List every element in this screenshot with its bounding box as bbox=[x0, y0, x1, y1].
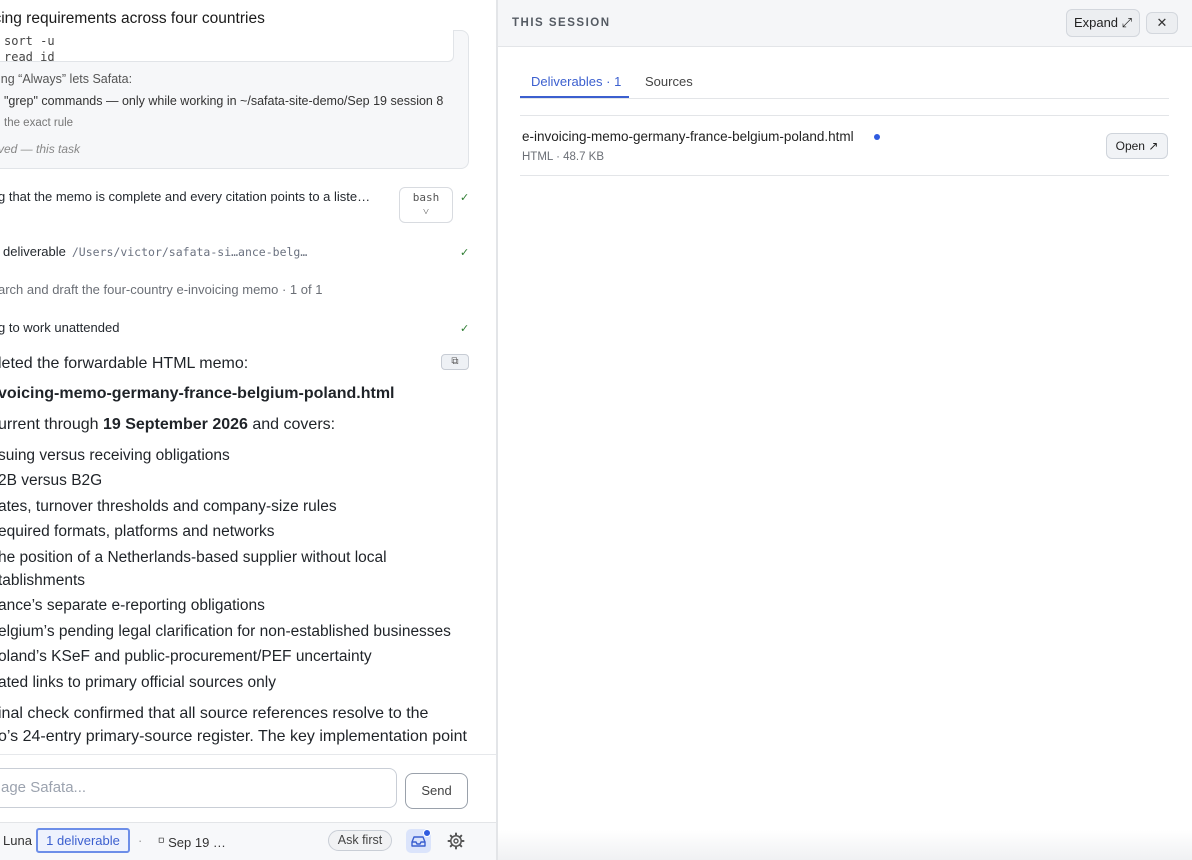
list-item: he position of a Netherlands-based suppl… bbox=[0, 549, 387, 566]
command-preview: sort -u read id bbox=[0, 30, 454, 62]
list-item: equired formats, platforms and networks bbox=[0, 523, 275, 540]
gear-icon[interactable] bbox=[447, 832, 465, 850]
check-icon: ✓ bbox=[460, 247, 470, 259]
list-item: ance’s separate e-reporting obligations bbox=[0, 597, 265, 614]
open-button[interactable]: Open ↗ bbox=[1106, 133, 1168, 159]
list-item: suing versus receiving obligations bbox=[0, 447, 230, 464]
unread-badge bbox=[423, 829, 431, 837]
chevron-down-icon: ˅ bbox=[422, 205, 430, 218]
tab-sources[interactable]: Sources bbox=[645, 74, 693, 89]
check-icon: ✓ bbox=[460, 192, 470, 204]
list-item: oland’s KSeF and public-procurement/PEF … bbox=[0, 648, 372, 665]
divider bbox=[520, 175, 1169, 176]
list-item: 2B versus B2G bbox=[0, 472, 103, 489]
step-path: /Users/victor/safata-si…ance-belg… bbox=[71, 245, 308, 259]
task-progress: arch and draft the four-country e-invoic… bbox=[0, 282, 323, 297]
code-line: sort -u bbox=[4, 34, 55, 48]
list-item: elgium’s pending legal clarification for… bbox=[0, 623, 451, 640]
permission-scope: ved — this task bbox=[0, 142, 81, 156]
close-button[interactable]: ✕ bbox=[1146, 12, 1178, 34]
code-line: read id bbox=[4, 50, 55, 62]
step-label: g that the memo is complete and every ci… bbox=[0, 189, 371, 204]
thread-title: icing requirements across four countries bbox=[0, 10, 265, 27]
tab-divider bbox=[520, 98, 1169, 99]
check-icon: ✓ bbox=[460, 323, 470, 335]
session-panel-title: THIS SESSION bbox=[512, 17, 611, 29]
deliverable-file-name[interactable]: e-invoicing-memo-germany-france-belgium-… bbox=[522, 129, 854, 144]
panel-bottom-edge bbox=[498, 830, 1192, 860]
list-item: ates, turnover thresholds and company-si… bbox=[0, 498, 337, 515]
ask-first-toggle[interactable]: Ask first bbox=[328, 830, 392, 851]
chat-pane: icing requirements across four countries… bbox=[0, 0, 497, 860]
permission-rule: "grep" commands — only while working in … bbox=[4, 94, 444, 108]
new-file-dot bbox=[874, 134, 880, 140]
open-external-icon[interactable]: ⧉ bbox=[441, 354, 469, 370]
show-exact-rule-link[interactable]: the exact rule bbox=[4, 117, 73, 129]
session-selector[interactable]: ⸋ Sep 19 … bbox=[158, 833, 226, 851]
permission-intro: ing “Always” lets Safata: bbox=[0, 72, 133, 86]
reply-final-line: o’s 24-entry primary-source register. Th… bbox=[0, 728, 467, 745]
tab-deliverables[interactable]: Deliverables · 1 bbox=[531, 74, 621, 89]
deliverable-file-meta: HTML · 48.7 KB bbox=[522, 151, 605, 163]
deliverables-button[interactable]: 1 deliverable bbox=[36, 828, 130, 853]
step-deliverable[interactable]: deliverable/Users/victor/safata-si…ance-… bbox=[3, 244, 307, 259]
model-selector[interactable]: Luna bbox=[3, 833, 32, 848]
reply-final-line: inal check confirmed that all source ref… bbox=[0, 705, 429, 722]
step-label: g to work unattended bbox=[0, 320, 120, 335]
expand-button[interactable]: Expand ⤢ bbox=[1066, 9, 1140, 37]
step-unattended[interactable]: g to work unattended bbox=[0, 320, 119, 335]
list-item: tablishments bbox=[0, 572, 86, 589]
send-button[interactable]: Send bbox=[405, 773, 468, 809]
active-tab-indicator bbox=[520, 96, 629, 98]
bash-tool-toggle[interactable]: bash ˅ bbox=[399, 187, 453, 223]
reply-intro: leted the forwardable HTML memo: bbox=[0, 355, 249, 372]
separator: · bbox=[138, 833, 143, 848]
reply-filename: voicing-memo-germany-france-belgium-pola… bbox=[0, 385, 395, 402]
divider bbox=[520, 115, 1169, 116]
step-verify[interactable]: g that the memo is complete and every ci… bbox=[0, 189, 370, 204]
reply-current-through: urrent through 19 September 2026 and cov… bbox=[0, 416, 336, 433]
list-item: ated links to primary official sources o… bbox=[0, 674, 276, 691]
tool-label: bash bbox=[412, 191, 440, 204]
message-input[interactable]: age Safata... bbox=[0, 768, 397, 808]
step-label: deliverable bbox=[3, 244, 66, 259]
